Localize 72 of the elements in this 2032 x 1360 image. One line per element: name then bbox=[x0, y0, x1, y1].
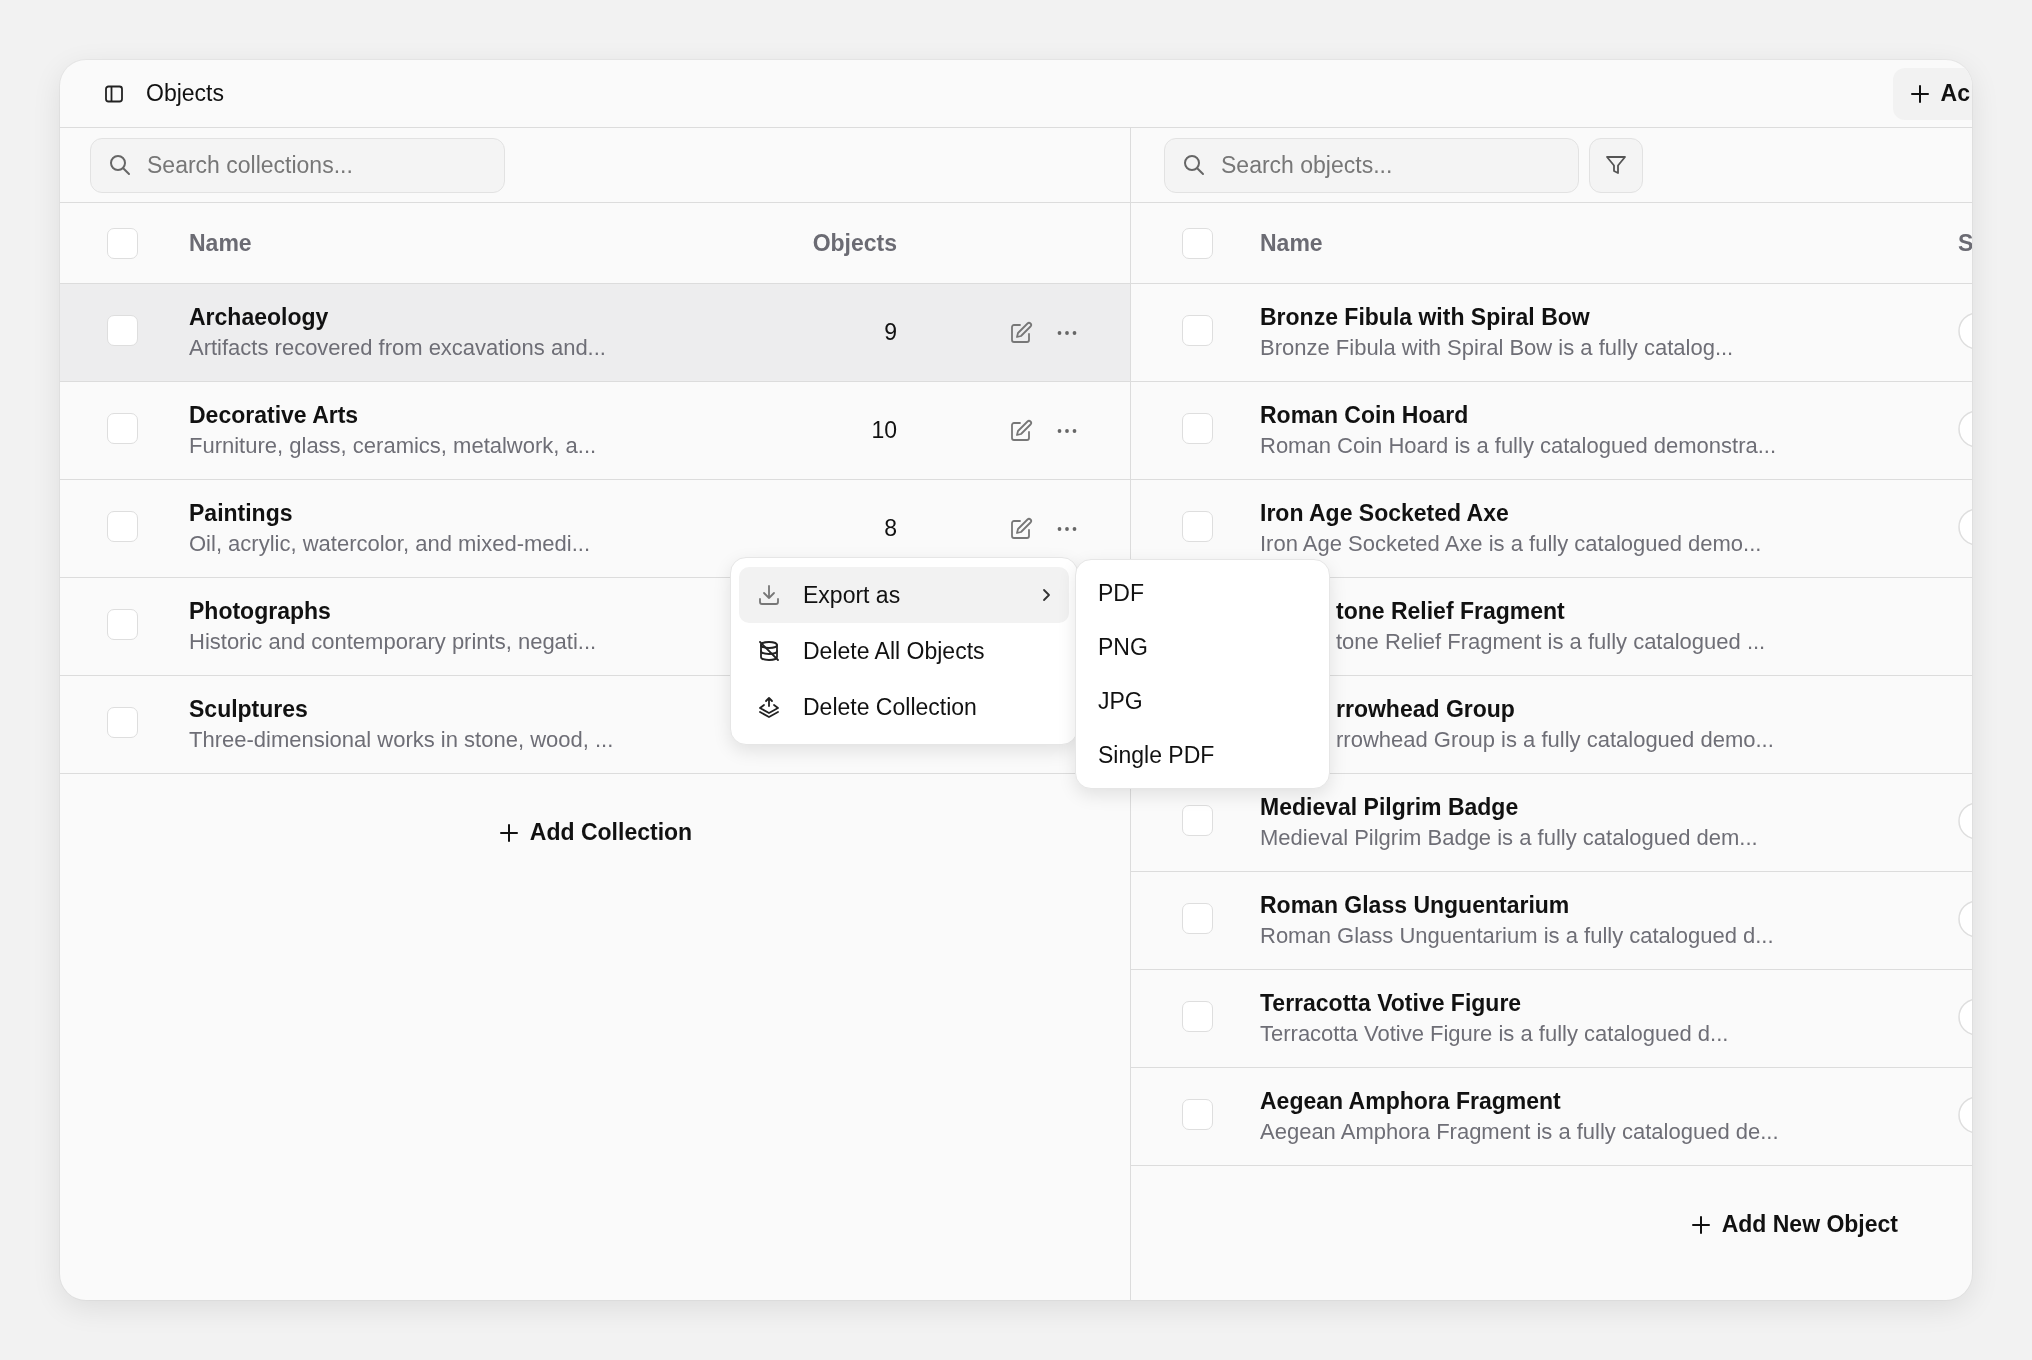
object-name: rrowhead Group bbox=[1336, 696, 1515, 723]
object-name: Aegean Amphora Fragment bbox=[1260, 1088, 1561, 1115]
checkbox[interactable] bbox=[1182, 1099, 1213, 1130]
menu-item[interactable]: Delete Collection bbox=[739, 679, 1069, 735]
menu-item[interactable]: Delete All Objects bbox=[739, 623, 1069, 679]
collection-name: Sculptures bbox=[189, 696, 308, 723]
sidebar-icon[interactable] bbox=[104, 83, 124, 104]
object-name: Medieval Pilgrim Badge bbox=[1260, 794, 1519, 821]
add-button[interactable]: Ac bbox=[1892, 67, 1972, 120]
object-count: 10 bbox=[871, 417, 897, 443]
checkbox[interactable] bbox=[1182, 511, 1213, 542]
checkbox[interactable] bbox=[107, 609, 138, 640]
plus-icon bbox=[1689, 1213, 1712, 1236]
search-field[interactable]: Search objects... bbox=[1164, 137, 1579, 193]
object-description: Medieval Pilgrim Badge is a fully catalogued dem... bbox=[1260, 825, 1758, 851]
object-name: Bronze Fibula with Spiral Bow bbox=[1260, 304, 1590, 331]
checkbox[interactable] bbox=[1182, 413, 1213, 444]
collection-description: Three-dimensional works in stone, wood, ... bbox=[189, 727, 614, 753]
collection-name: Decorative Arts bbox=[189, 402, 359, 429]
collection-row[interactable]: Decorative Arts Furniture, glass, ceramics, metalwork, a... 10 bbox=[60, 382, 1130, 480]
object-description: tone Relief Fragment is a fully catalogued ... bbox=[1336, 629, 1766, 655]
object-description: rrowhead Group is a fully catalogued demo... bbox=[1336, 727, 1774, 753]
checkbox[interactable] bbox=[107, 315, 138, 346]
column-header: Name bbox=[1260, 229, 1324, 257]
edit-icon[interactable] bbox=[1009, 516, 1033, 541]
object-description: Roman Glass Unguentarium is a fully catalogued d... bbox=[1260, 923, 1774, 949]
collection-name: Archaeology bbox=[189, 304, 329, 331]
checkbox[interactable] bbox=[1182, 315, 1213, 346]
object-count: 8 bbox=[884, 515, 897, 541]
collection-description: Historic and contemporary prints, negati... bbox=[189, 629, 597, 655]
object-name: tone Relief Fragment bbox=[1336, 598, 1565, 625]
object-name: Roman Glass Unguentarium bbox=[1260, 892, 1570, 919]
edit-icon[interactable] bbox=[1009, 418, 1033, 443]
collection-name: Photographs bbox=[189, 598, 331, 625]
column-header: Objects bbox=[811, 229, 897, 257]
plus-icon bbox=[1908, 82, 1931, 105]
filter-icon bbox=[1604, 153, 1628, 177]
checkbox[interactable] bbox=[1182, 1001, 1213, 1032]
object-description: Bronze Fibula with Spiral Bow is a fully catalog... bbox=[1260, 335, 1734, 361]
collection-row[interactable]: Archaeology Artifacts recovered from excavations and... 9 bbox=[60, 284, 1130, 382]
collection-name: Paintings bbox=[189, 500, 293, 527]
menu-item[interactable]: Export as bbox=[739, 567, 1069, 623]
column-header: S bbox=[1958, 229, 1972, 257]
search-field[interactable]: Search collections... bbox=[90, 137, 505, 193]
edit-icon[interactable] bbox=[1009, 320, 1033, 345]
collection-description: Furniture, glass, ceramics, metalwork, a... bbox=[189, 433, 597, 459]
add-collection-button[interactable]: Add Collection bbox=[493, 813, 697, 852]
add-object-button[interactable]: Add New Object bbox=[1685, 1205, 1902, 1244]
layers-icon bbox=[757, 695, 781, 719]
object-count: 9 bbox=[884, 319, 897, 345]
window-title: Objects bbox=[146, 80, 224, 107]
object-description: Aegean Amphora Fragment is a fully catalogued de... bbox=[1260, 1119, 1779, 1145]
checkbox[interactable] bbox=[107, 511, 138, 542]
checkbox[interactable] bbox=[1182, 227, 1213, 259]
filter-button[interactable] bbox=[1589, 137, 1643, 193]
checkbox[interactable] bbox=[1182, 903, 1213, 934]
object-name: Roman Coin Hoard bbox=[1260, 402, 1469, 429]
collection-description: Artifacts recovered from excavations and... bbox=[189, 335, 606, 361]
download-icon bbox=[757, 583, 781, 607]
object-name: Terracotta Votive Figure bbox=[1260, 990, 1522, 1017]
checkbox[interactable] bbox=[107, 707, 138, 738]
collection-description: Oil, acrylic, watercolor, and mixed-medi... bbox=[189, 531, 591, 557]
crossed-database-icon bbox=[757, 639, 781, 663]
column-header: Name bbox=[189, 229, 253, 257]
plus-icon bbox=[497, 821, 520, 844]
checkbox[interactable] bbox=[107, 227, 138, 259]
object-name: Iron Age Socketed Axe bbox=[1260, 500, 1509, 527]
object-description: Terracotta Votive Figure is a fully catalogued d... bbox=[1260, 1021, 1729, 1047]
object-description: Roman Coin Hoard is a fully catalogued demonstra... bbox=[1260, 433, 1777, 459]
object-description: Iron Age Socketed Axe is a fully catalogued demo... bbox=[1260, 531, 1762, 557]
checkbox[interactable] bbox=[107, 413, 138, 444]
checkbox[interactable] bbox=[1182, 805, 1213, 836]
